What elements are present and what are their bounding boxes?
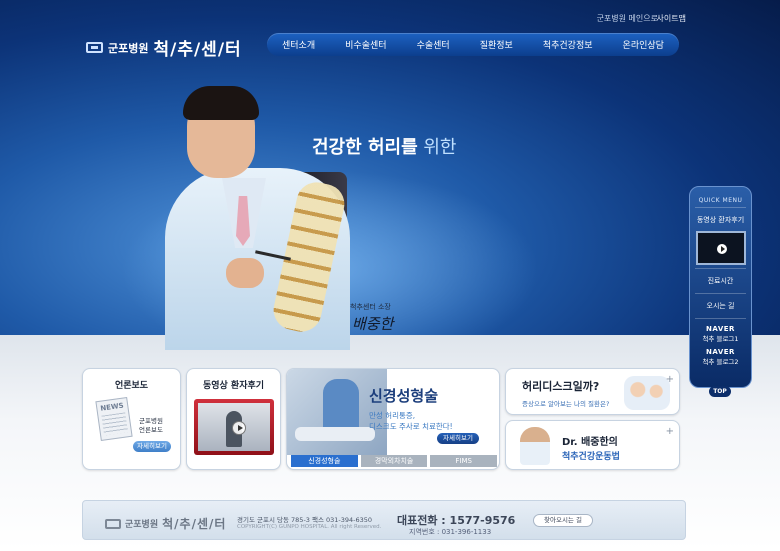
plus-icon[interactable]: +	[666, 426, 674, 437]
quick-divider	[695, 293, 746, 294]
headline-light: 위한	[417, 137, 457, 158]
quick-blog-1[interactable]: NAVER 척추 블로그1	[690, 322, 751, 345]
video-review-box[interactable]: 동영상 환자후기	[186, 368, 281, 470]
main-nav: 센터소개 비수술센터 수술센터 질환정보 척추건강정보 온라인상담	[267, 33, 679, 56]
press-title: 언론보도	[114, 381, 149, 391]
quick-hours[interactable]: 진료시간	[690, 272, 751, 290]
util-link-main[interactable]: 군포병원 메인으로	[597, 13, 658, 24]
video-review-title: 동영상 환자후기	[202, 381, 265, 391]
doctor-exercise-box[interactable]: Dr. 배중한의 척추건강운동법 +	[505, 420, 680, 470]
quick-divider	[695, 268, 746, 269]
quick-video-thumbnail[interactable]	[695, 231, 746, 265]
patient-figure	[295, 427, 375, 441]
hospital-logo-icon	[86, 42, 103, 53]
nav-item-disease-info[interactable]: 질환정보	[480, 38, 513, 51]
doctor-title: 척추센터 소장	[350, 303, 391, 311]
logo-hospital-name: 군포병원	[108, 41, 149, 55]
tv-frame[interactable]	[194, 399, 274, 455]
footer-address: 경기도 군포시 당동 785-3 팩스 031-394-6350	[237, 516, 373, 524]
disc-title: 허리디스크일까?	[522, 380, 600, 393]
quick-divider	[695, 207, 746, 208]
video-screen	[198, 403, 270, 451]
press-desc-line-1: 군포병원	[139, 417, 163, 425]
footer-hospital-name: 군포병원	[125, 520, 159, 530]
nav-item-online-consult[interactable]: 온라인상담	[623, 38, 664, 51]
footer-center-name: 척/추/센/터	[162, 517, 227, 531]
quick-divider	[695, 318, 746, 319]
play-icon[interactable]	[232, 421, 246, 435]
blog-1-label: 척추 블로그1	[702, 335, 739, 343]
nerve-plasty-desc: 만성 허리통증, 디스크도 주사로 치료한다!	[369, 410, 453, 432]
doctor-exercise-subtitle: 척추건강운동법	[562, 452, 620, 462]
treatment-tabs: 신경성형술 경막외차치술 FIMS	[291, 455, 498, 467]
quick-video-label[interactable]: 동영상 환자후기	[690, 211, 751, 229]
press-box[interactable]: 언론보도 NEWS 군포병원 언론보도 자세히보기	[82, 368, 181, 470]
play-icon	[716, 244, 727, 254]
footer-logo: 군포병원 척/추/센/터	[105, 515, 226, 532]
quick-menu: QUICK MENU 동영상 환자후기 진료시간 오시는 길 NAVER 척추 …	[689, 186, 752, 388]
nav-item-nonsurgical[interactable]: 비수술센터	[345, 38, 386, 51]
footer-phone: 대표전화 : 1577-9576	[397, 514, 516, 527]
quick-blog-2[interactable]: NAVER 척추 블로그2	[690, 345, 751, 368]
disc-check-box[interactable]: 허리디스크일까? 증상으로 알아보는 나의 질환은? +	[505, 368, 680, 415]
footer-copyright: COPYRIGHT(C) GUNPO HOSPITAL. All right R…	[237, 524, 382, 530]
tab-epidural[interactable]: 경막외차치술	[360, 455, 428, 467]
nerve-desc-line-1: 만성 허리통증,	[369, 411, 416, 420]
hero-headline: 건강한 허리를 위한	[312, 133, 456, 159]
doctor-hand	[226, 258, 264, 288]
nerve-desc-line-2: 디스크도 주사로 치료한다!	[369, 422, 453, 431]
doctor-cartoon	[520, 427, 550, 465]
tab-nerve-plasty[interactable]: 신경성형술	[291, 455, 358, 467]
plus-icon[interactable]: +	[666, 374, 674, 385]
nav-item-surgical[interactable]: 수술센터	[417, 38, 450, 51]
util-link-sitemap[interactable]: 사이트맵	[657, 13, 686, 24]
footer: 군포병원 척/추/센/터 경기도 군포시 당동 785-3 팩스 031-394…	[82, 500, 686, 540]
naver-logo-text: NAVER	[706, 348, 735, 356]
quick-menu-title: QUICK MENU	[698, 197, 743, 204]
blog-2-label: 척추 블로그2	[702, 358, 739, 366]
nerve-plasty-box: 신경성형술 만성 허리통증, 디스크도 주사로 치료한다! 자세히보기 신경성형…	[286, 368, 500, 470]
press-desc-line-2: 언론보도	[139, 426, 163, 434]
logo-center-name: 척/추/센/터	[153, 40, 242, 60]
doctor-signature: 배중한	[352, 315, 394, 333]
directions-button[interactable]: 찾아오시는 길	[533, 514, 593, 527]
doctor-exercise-title: Dr. 배중한의	[562, 437, 618, 448]
press-desc: 군포병원 언론보도	[139, 417, 163, 435]
quick-directions[interactable]: 오시는 길	[690, 297, 751, 315]
site-logo[interactable]: 군포병원 척/추/센/터	[86, 35, 242, 60]
press-more-button[interactable]: 자세히보기	[133, 441, 171, 452]
nav-item-about[interactable]: 센터소개	[282, 38, 315, 51]
naver-logo-text: NAVER	[706, 325, 735, 333]
news-word: NEWS	[99, 401, 125, 413]
nav-item-spine-health[interactable]: 척추건강정보	[543, 38, 593, 51]
people-illustration	[624, 376, 670, 410]
doctor-hair	[183, 86, 259, 120]
nerve-more-button[interactable]: 자세히보기	[437, 433, 479, 444]
hospital-logo-icon	[105, 518, 121, 529]
disc-desc: 증상으로 알아보는 나의 질환은?	[522, 400, 610, 408]
newspaper-lines	[101, 412, 128, 436]
headline-bold: 건강한 허리를	[312, 137, 418, 158]
tab-fims[interactable]: FIMS	[430, 455, 498, 467]
top-button[interactable]: TOP	[709, 386, 731, 397]
newspaper-icon: NEWS	[95, 396, 133, 442]
footer-local-phone: 지역번호 : 031-396-1133	[409, 528, 492, 536]
nerve-plasty-title: 신경성형술	[369, 387, 439, 405]
